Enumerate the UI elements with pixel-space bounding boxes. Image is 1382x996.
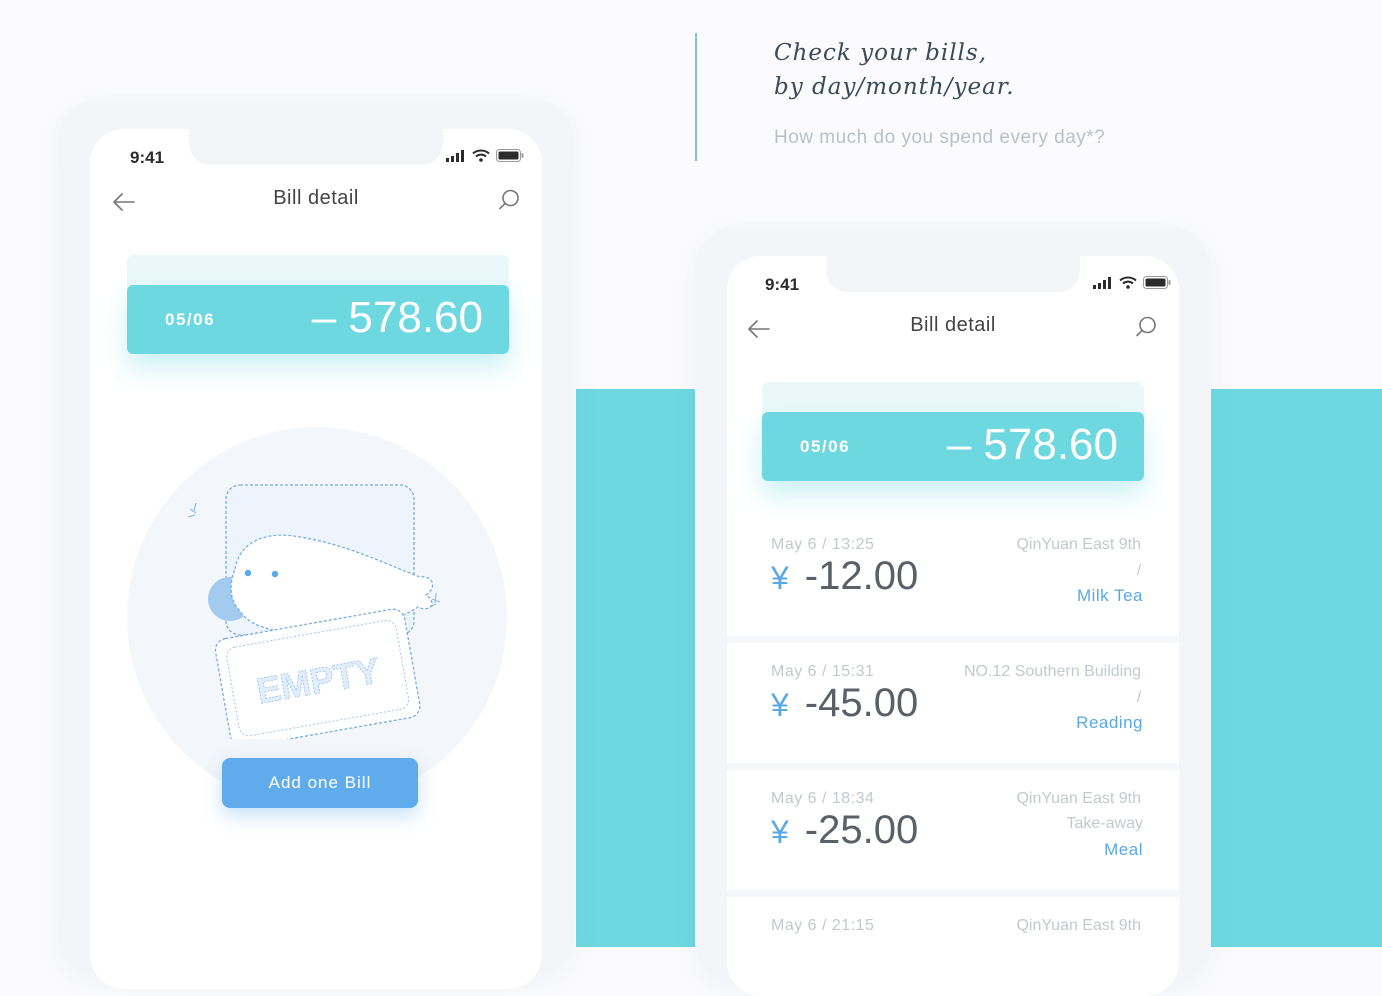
bill-place: NO.12 Southern Building bbox=[964, 663, 1141, 680]
status-time: 9:41 bbox=[765, 275, 800, 294]
bill-time: May 6 / 15:31 bbox=[771, 663, 875, 680]
bill-separator: / bbox=[1136, 562, 1141, 579]
headline-line-2: by day/month/year. bbox=[774, 74, 1015, 100]
currency-symbol: ¥ bbox=[771, 687, 789, 723]
bill-item[interactable]: May 6 / 15:31 ¥ -45.00 NO.12 Southern Bui… bbox=[727, 643, 1179, 763]
phone-empty-frame: 9:41 Bill detail 05/06 – 578.60 EMPTY Ad… bbox=[58, 98, 574, 989]
bill-time: May 6 / 13:25 bbox=[771, 536, 875, 553]
bill-separator: / bbox=[1136, 689, 1141, 706]
bill-place: QinYuan East 9th bbox=[1016, 790, 1141, 807]
bill-category[interactable]: Meal bbox=[1104, 840, 1143, 860]
status-time: 9:41 bbox=[130, 148, 165, 167]
notch bbox=[189, 129, 443, 165]
bill-subcategory: Take-away bbox=[1066, 815, 1143, 832]
bill-amount-value: -12.00 bbox=[804, 554, 919, 598]
bill-category[interactable]: Reading bbox=[1076, 713, 1143, 733]
summary-card[interactable]: 05/06 – 578.60 bbox=[127, 285, 509, 354]
battery-icon bbox=[496, 149, 524, 167]
summary-widget: 05/06 – 578.60 bbox=[127, 255, 509, 355]
currency-symbol: ¥ bbox=[771, 814, 789, 850]
summary-widget: 05/06 – 578.60 bbox=[762, 382, 1144, 482]
add-bill-button[interactable]: Add one Bill bbox=[222, 758, 418, 808]
summary-card[interactable]: 05/06 – 578.60 bbox=[762, 412, 1144, 481]
heading-divider bbox=[695, 33, 697, 161]
summary-amount: – 578.60 bbox=[311, 293, 483, 342]
bill-time: May 6 / 21:15 bbox=[771, 917, 875, 934]
summary-date: 05/06 bbox=[165, 310, 216, 329]
headline-line-1: Check your bills, bbox=[774, 40, 988, 66]
bill-amount-value: -45.00 bbox=[804, 681, 919, 725]
bill-amount: ¥ -12.00 bbox=[771, 554, 918, 599]
bill-amount: ¥ -25.00 bbox=[771, 808, 918, 853]
phone-empty-screen: 9:41 Bill detail 05/06 – 578.60 EMPTY Ad… bbox=[90, 129, 542, 989]
bill-category[interactable]: Milk Tea bbox=[1077, 586, 1143, 606]
bill-amount: ¥ -45.00 bbox=[771, 681, 918, 726]
bill-time: May 6 / 18:34 bbox=[771, 790, 875, 807]
phone-list-frame: 9:41 Bill detail 05/06 – 578.60 May 6 / … bbox=[695, 226, 1211, 996]
bill-amount-value: -25.00 bbox=[804, 808, 919, 852]
bill-place: QinYuan East 9th bbox=[1016, 917, 1141, 934]
bill-item[interactable]: May 6 / 13:25 ¥ -12.00 QinYuan East 9th /… bbox=[727, 516, 1179, 636]
currency-symbol: ¥ bbox=[771, 560, 789, 596]
signal-icon bbox=[446, 149, 466, 167]
search-icon[interactable] bbox=[1134, 315, 1158, 344]
nav-title: Bill detail bbox=[910, 314, 996, 336]
battery-icon bbox=[1143, 276, 1171, 294]
summary-date: 05/06 bbox=[800, 437, 851, 456]
search-icon[interactable] bbox=[497, 188, 521, 217]
notch bbox=[826, 256, 1080, 292]
wifi-icon bbox=[472, 149, 490, 167]
nav-title: Bill detail bbox=[273, 187, 359, 209]
subheadline: How much do you spend every day*? bbox=[774, 127, 1106, 148]
status-icons bbox=[446, 149, 524, 167]
wifi-icon bbox=[1119, 276, 1137, 294]
signal-icon bbox=[1093, 276, 1113, 294]
empty-illustration: EMPTY bbox=[180, 479, 460, 748]
status-icons bbox=[1093, 276, 1171, 294]
phone-list-screen: 9:41 Bill detail 05/06 – 578.60 May 6 / … bbox=[727, 256, 1179, 996]
headline: Check your bills, by day/month/year. bbox=[774, 36, 1015, 104]
bill-place: QinYuan East 9th bbox=[1016, 536, 1141, 553]
bill-item[interactable]: May 6 / 18:34 ¥ -25.00 QinYuan East 9th T… bbox=[727, 770, 1179, 890]
bill-list: May 6 / 13:25 ¥ -12.00 QinYuan East 9th /… bbox=[727, 516, 1179, 996]
summary-amount: – 578.60 bbox=[946, 420, 1118, 469]
